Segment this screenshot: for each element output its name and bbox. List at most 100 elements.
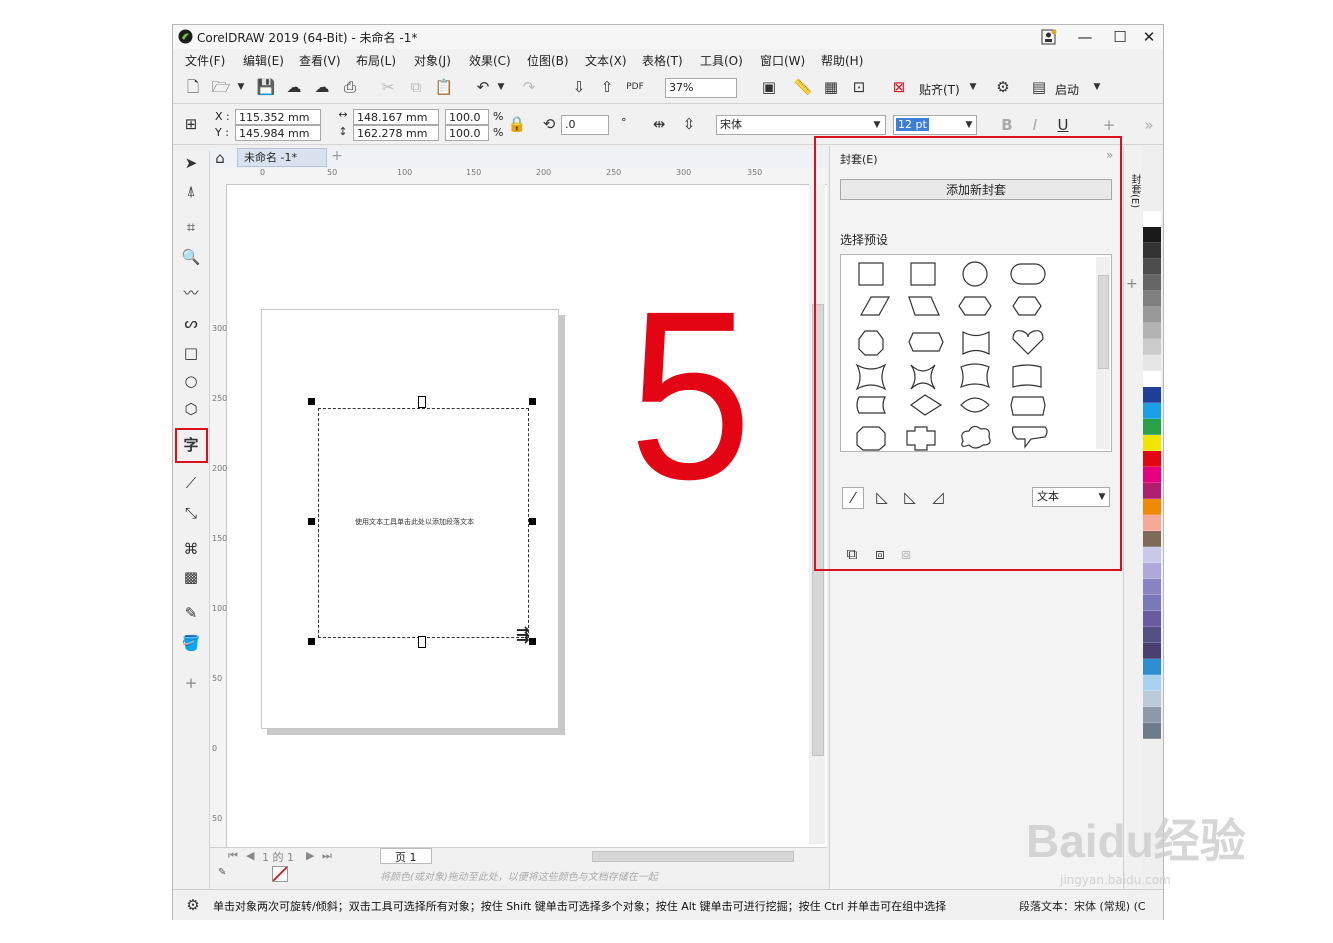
minimize-button[interactable]: — — [1071, 27, 1099, 47]
menu-tools[interactable]: 工具(O) — [700, 52, 743, 69]
selection-handle[interactable] — [308, 398, 315, 405]
lock-ratio-icon[interactable]: 🔒 — [507, 114, 527, 134]
mirror-vertical-icon[interactable]: ⇳ — [679, 114, 699, 134]
selection-handle[interactable] — [308, 638, 315, 645]
palette-swatch[interactable] — [1143, 675, 1161, 691]
rectangle-tool-icon[interactable]: □ — [181, 343, 201, 363]
palette-swatch[interactable] — [1143, 643, 1161, 659]
x-position-input[interactable]: 115.352 mm — [235, 109, 321, 125]
font-dropdown-icon[interactable]: ▼ — [867, 115, 887, 135]
next-page-icon[interactable]: ▶ — [306, 849, 314, 862]
no-color-swatch[interactable] — [272, 866, 288, 882]
menu-object[interactable]: 对象(J) — [414, 52, 451, 69]
eyedropper-tool-icon[interactable]: ✎ — [181, 603, 201, 623]
palette-swatch[interactable] — [1143, 531, 1161, 547]
polygon-tool-icon[interactable]: ⬡ — [181, 399, 201, 419]
palette-swatch[interactable] — [1143, 691, 1161, 707]
menu-window[interactable]: 窗口(W) — [760, 52, 805, 69]
connector-tool-icon[interactable]: ⤡ — [181, 503, 201, 523]
maximize-button[interactable]: ☐ — [1106, 27, 1134, 47]
menu-file[interactable]: 文件(F) — [185, 52, 225, 69]
palette-swatch[interactable] — [1143, 275, 1161, 291]
snap-dropdown-icon[interactable]: ▼ — [963, 77, 983, 97]
palette-swatch[interactable] — [1143, 467, 1161, 483]
freehand-tool-icon[interactable]: 〰 — [181, 283, 201, 303]
launch-app-icon[interactable]: ▤ — [1029, 77, 1049, 97]
new-document-icon[interactable]: 🗋 — [183, 77, 203, 97]
zoom-tool-icon[interactable]: 🔍 — [181, 247, 201, 267]
artistic-media-icon[interactable]: ᔕ — [181, 313, 201, 333]
transparency-tool-icon[interactable]: ▩ — [181, 567, 201, 587]
font-family-select[interactable]: 宋体 — [716, 115, 886, 135]
menu-effects[interactable]: 效果(C) — [469, 52, 511, 69]
envelope-tool-icon[interactable]: ⌘ — [181, 539, 201, 559]
status-gear-icon[interactable]: ⚙ — [183, 895, 203, 915]
palette-swatch[interactable] — [1143, 371, 1161, 387]
object-origin-icon[interactable]: ⊞ — [181, 114, 201, 134]
cloud-download-icon[interactable]: ☁ — [312, 77, 332, 97]
palette-swatch[interactable] — [1143, 595, 1161, 611]
palette-swatch[interactable] — [1143, 611, 1161, 627]
selection-handle[interactable] — [529, 518, 536, 525]
shape-tool-icon[interactable]: ⍋ — [181, 181, 201, 201]
text-frame-top-tab[interactable] — [418, 396, 426, 408]
document-tab[interactable]: 未命名 -1* — [237, 148, 327, 167]
italic-icon[interactable]: I — [1025, 115, 1045, 135]
more-chevron-icon[interactable]: » — [1139, 115, 1159, 135]
ruler-toggle-icon[interactable]: 📏 — [793, 77, 813, 97]
horizontal-scrollbar[interactable] — [592, 851, 794, 862]
save-icon[interactable]: 💾 — [256, 77, 276, 97]
menu-bitmaps[interactable]: 位图(B) — [527, 52, 569, 69]
vertical-ruler[interactable]: 300 250 200 150 100 50 0 50 — [210, 184, 227, 859]
palette-swatch[interactable] — [1143, 515, 1161, 531]
close-button[interactable]: ✕ — [1135, 27, 1163, 47]
dimension-tool-icon[interactable]: ⟋ — [181, 473, 201, 493]
menu-text[interactable]: 文本(X) — [585, 52, 627, 69]
palette-swatch[interactable] — [1143, 659, 1161, 675]
prev-page-icon[interactable]: ◀ — [246, 849, 254, 862]
snap-to-dropdown[interactable]: 贴齐(T) — [919, 81, 960, 98]
page-tab[interactable]: 页 1 — [380, 848, 432, 864]
selection-handle[interactable] — [529, 638, 536, 645]
first-page-icon[interactable]: ⏮ — [228, 849, 238, 863]
menu-view[interactable]: 查看(V) — [299, 52, 341, 69]
snap-off-icon[interactable]: ⊠ — [889, 77, 909, 97]
palette-swatch[interactable] — [1143, 451, 1161, 467]
palette-swatch[interactable] — [1143, 579, 1161, 595]
palette-swatch[interactable] — [1143, 403, 1161, 419]
guidelines-icon[interactable]: ⊡ — [849, 77, 869, 97]
paste-icon[interactable]: 📋 — [434, 77, 454, 97]
mirror-horizontal-icon[interactable]: ⇹ — [649, 114, 669, 134]
palette-swatch[interactable] — [1143, 547, 1161, 563]
palette-swatch[interactable] — [1143, 355, 1161, 371]
add-tool-icon[interactable]: + — [181, 673, 201, 693]
palette-swatch[interactable] — [1143, 227, 1161, 243]
cloud-upload-icon[interactable]: ☁ — [284, 77, 304, 97]
text-frame-bottom-tab[interactable] — [418, 636, 426, 648]
palette-swatch[interactable] — [1143, 339, 1161, 355]
palette-swatch[interactable] — [1143, 307, 1161, 323]
palette-swatch[interactable] — [1143, 419, 1161, 435]
account-icon[interactable] — [1041, 29, 1057, 45]
height-input[interactable]: 162.278 mm — [353, 125, 439, 141]
palette-swatch[interactable] — [1143, 723, 1161, 739]
horizontal-ruler[interactable]: 0 50 100 150 200 250 300 350 — [210, 168, 827, 185]
bold-icon[interactable]: B — [997, 115, 1017, 135]
add-icon[interactable]: + — [1099, 115, 1119, 135]
side-add-icon[interactable]: + — [1126, 276, 1138, 292]
export-icon[interactable]: ⇧ — [597, 77, 617, 97]
import-icon[interactable]: ⇩ — [569, 77, 589, 97]
undo-dropdown-icon[interactable]: ▼ — [491, 77, 511, 97]
palette-swatch[interactable] — [1143, 291, 1161, 307]
chevron-down-icon[interactable]: ▼ — [231, 77, 251, 97]
side-tab-envelope[interactable]: 封套(E) — [1126, 174, 1140, 208]
y-position-input[interactable]: 145.984 mm — [235, 125, 321, 141]
palette-swatch[interactable] — [1143, 627, 1161, 643]
palette-swatch[interactable] — [1143, 483, 1161, 499]
pdf-export-icon[interactable]: PDF — [625, 77, 645, 97]
options-gear-icon[interactable]: ⚙ — [993, 77, 1013, 97]
zoom-level-select[interactable]: 37% — [665, 78, 737, 98]
undo-icon[interactable]: ↶ — [473, 77, 493, 97]
rotation-angle-input[interactable]: .0 — [561, 115, 609, 135]
print-icon[interactable]: ⎙ — [340, 77, 360, 97]
